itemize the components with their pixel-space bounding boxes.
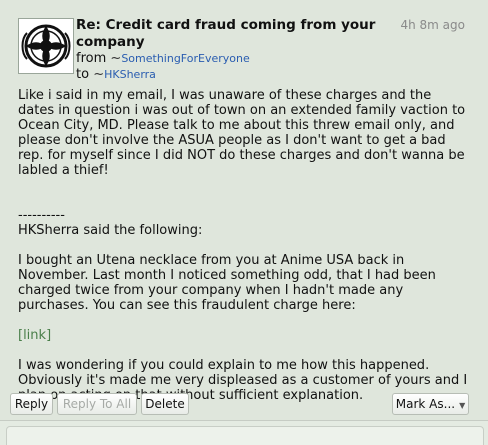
message-subject: Re: Credit card fraud coming from your c… xyxy=(76,17,376,50)
reply-button[interactable]: Reply xyxy=(10,393,53,415)
delete-button[interactable]: Delete xyxy=(141,393,189,415)
quote-header: HKSherra said the following: xyxy=(18,223,203,238)
reply-all-button[interactable]: Reply To All xyxy=(57,393,137,415)
to-user-link[interactable]: HKSherra xyxy=(104,68,156,81)
next-message-stub xyxy=(6,426,484,445)
message-panel: Re: Credit card fraud coming from your c… xyxy=(6,6,482,418)
to-label: to xyxy=(76,67,90,82)
body-paragraph: Like i said in my email, I was unaware o… xyxy=(18,88,466,178)
ornate-circle-emblem-icon xyxy=(19,19,73,73)
message-age: 4h 8m ago xyxy=(400,18,465,32)
mark-as-label: Mark As... xyxy=(395,397,456,411)
message-body: Like i said in my email, I was unaware o… xyxy=(18,88,470,418)
from-line: from ~SomethingForEveryone xyxy=(76,51,250,66)
quote-separator: ---------- xyxy=(18,208,65,223)
body-link[interactable]: [link] xyxy=(18,328,51,343)
mark-as-dropdown[interactable]: Mark As... ▼ xyxy=(392,393,469,415)
to-line: to ~HKSherra xyxy=(76,67,156,82)
from-label: from xyxy=(76,51,107,66)
from-tilde: ~ xyxy=(110,51,122,66)
sender-avatar[interactable] xyxy=(18,18,74,74)
from-user-link[interactable]: SomethingForEveryone xyxy=(121,52,249,65)
quoted-paragraph: I bought an Utena necklace from you at A… xyxy=(18,253,436,313)
to-tilde: ~ xyxy=(93,67,105,82)
caret-down-icon: ▼ xyxy=(459,401,466,410)
action-bar: Reply Reply To All Delete Mark As... ▼ xyxy=(10,388,478,418)
